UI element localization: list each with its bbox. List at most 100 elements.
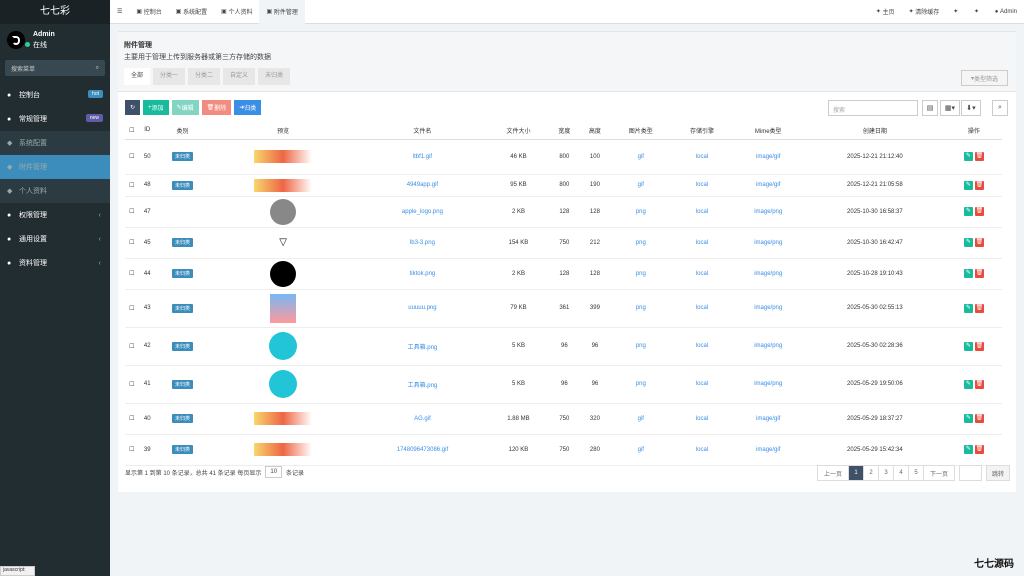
image-type-link[interactable]: png [610,258,672,290]
row-checkbox[interactable]: ☐ [125,196,139,228]
row-checkbox[interactable]: ☐ [125,327,139,366]
preview-cell[interactable] [209,196,357,228]
column-header[interactable]: 创建日期 [803,122,946,140]
table-search-input[interactable]: 搜索 [828,100,918,116]
page-button[interactable]: 2 [863,465,879,481]
engine-link[interactable]: local [671,227,733,259]
file-name-link[interactable]: 4949app.gif [356,174,488,197]
mime-link[interactable]: image/gif [732,139,804,175]
menu-toggle-icon[interactable]: ☰ [110,0,129,24]
mime-link[interactable]: image/png [732,365,804,404]
file-name-link[interactable]: 1748096473086.gif [356,434,488,466]
column-header[interactable]: 文件大小 [487,122,550,140]
filter-tab-2[interactable]: 分类二 [188,68,221,85]
search-icon[interactable]: ⌕ [96,65,99,72]
preview-cell[interactable]: ▽ [209,227,357,259]
top-right-3[interactable]: ✦ [967,0,988,24]
delete-button[interactable]: 🗑 [974,303,984,313]
delete-button[interactable]: 🗑 [974,238,984,247]
file-name-link[interactable]: uuuuu.png [356,289,488,328]
row-checkbox[interactable]: ☐ [125,139,139,175]
top-tab-3[interactable]: ▣ 附件管理 [259,0,305,24]
next-page-button[interactable]: 下一页 [923,465,955,481]
delete-button[interactable]: 🗑 [974,207,984,216]
preview-cell[interactable] [209,327,357,366]
mime-link[interactable]: image/gif [732,174,804,197]
top-tab-1[interactable]: ▣ 系统配置 [169,0,214,24]
mime-link[interactable]: image/png [732,258,804,290]
page-input[interactable] [959,465,982,481]
edit-button[interactable]: ✎ [963,180,973,190]
engine-link[interactable]: local [671,327,733,366]
column-header[interactable]: 高度 [579,122,611,140]
column-header[interactable]: 类别 [155,122,210,140]
toolbar-button-4[interactable]: ➜ 归类 [234,100,262,115]
top-right-4[interactable]: ● Admin [988,0,1024,24]
search-icon[interactable]: ⌕ [992,100,1008,116]
column-header[interactable]: 存储引擎 [671,122,733,140]
delete-button[interactable]: 🗑 [974,445,984,454]
column-header[interactable]: 操作 [945,122,1002,140]
edit-button[interactable]: ✎ [963,152,973,161]
sidebar-item-5[interactable]: ● 权限管理 ‹ [0,203,110,227]
top-right-2[interactable]: ✦ [946,0,967,24]
page-button[interactable]: 5 [908,465,924,481]
filter-tab-3[interactable]: 自定义 [223,68,256,85]
mime-link[interactable]: image/png [732,289,804,328]
engine-link[interactable]: local [671,139,733,175]
delete-button[interactable]: 🗑 [974,269,984,278]
preview-cell[interactable] [209,289,357,328]
file-name-link[interactable]: AG.gif [356,403,488,435]
top-right-0[interactable]: ✦ 主页 [869,0,902,24]
page-button[interactable]: 3 [878,465,894,481]
delete-button[interactable]: 🗑 [974,180,984,190]
file-name-link[interactable]: apple_logo.png [356,196,488,228]
toolbar-button-1[interactable]: + 添加 [143,100,169,115]
column-header[interactable]: 宽度 [549,122,580,140]
engine-link[interactable]: local [671,174,733,197]
row-checkbox[interactable]: ☐ [125,365,139,404]
mime-link[interactable]: image/png [732,327,804,366]
type-filter-button[interactable]: ▾ 类型筛选 [961,70,1008,86]
column-header[interactable]: 图片类型 [610,122,672,140]
engine-link[interactable]: local [671,403,733,435]
sidebar-item-6[interactable]: ● 通用设置 ‹ [0,227,110,251]
image-type-link[interactable]: gif [610,434,672,466]
engine-link[interactable]: local [671,434,733,466]
per-page-select[interactable]: 10 [265,466,283,478]
image-type-link[interactable]: png [610,196,672,228]
sidebar-search-input[interactable]: 搜索菜单 ⌕ [5,60,105,76]
row-checkbox[interactable]: ☐ [125,258,139,290]
top-right-1[interactable]: ✦ 清除缓存 [902,0,947,24]
sidebar-item-0[interactable]: ● 控制台 hot [0,83,110,107]
page-button[interactable]: 4 [893,465,909,481]
prev-page-button[interactable]: 上一页 [817,465,849,481]
mime-link[interactable]: image/gif [732,434,804,466]
preview-cell[interactable] [209,139,357,175]
filter-tab-1[interactable]: 分类一 [153,68,186,85]
sidebar-item-2[interactable]: ◆ 系统配置 [0,131,110,155]
filter-tab-0[interactable]: 全部 [124,68,151,85]
app-logo[interactable]: 七七彩 [0,0,110,24]
delete-button[interactable]: 🗑 [974,379,984,389]
preview-cell[interactable] [209,434,357,466]
file-name-link[interactable]: 工具箱.png [356,365,488,404]
image-type-link[interactable]: png [610,227,672,259]
edit-button[interactable]: ✎ [963,414,973,423]
delete-button[interactable]: 🗑 [974,414,984,423]
columns-icon[interactable]: ▦▾ [940,100,960,116]
edit-button[interactable]: ✎ [963,341,973,351]
delete-button[interactable]: 🗑 [974,152,984,161]
file-name-link[interactable]: lb3-3.png [356,227,488,259]
column-header[interactable]: ID [138,122,156,140]
column-header[interactable]: 预览 [209,122,357,140]
column-header[interactable]: 文件名 [356,122,488,140]
engine-link[interactable]: local [671,196,733,228]
image-type-link[interactable]: png [610,327,672,366]
row-checkbox[interactable]: ☐ [125,227,139,259]
mime-link[interactable]: image/gif [732,403,804,435]
engine-link[interactable]: local [671,258,733,290]
row-checkbox[interactable]: ☐ [125,403,139,435]
edit-button[interactable]: ✎ [963,207,973,216]
toolbar-button-3[interactable]: 🗑 删除 [201,100,232,115]
